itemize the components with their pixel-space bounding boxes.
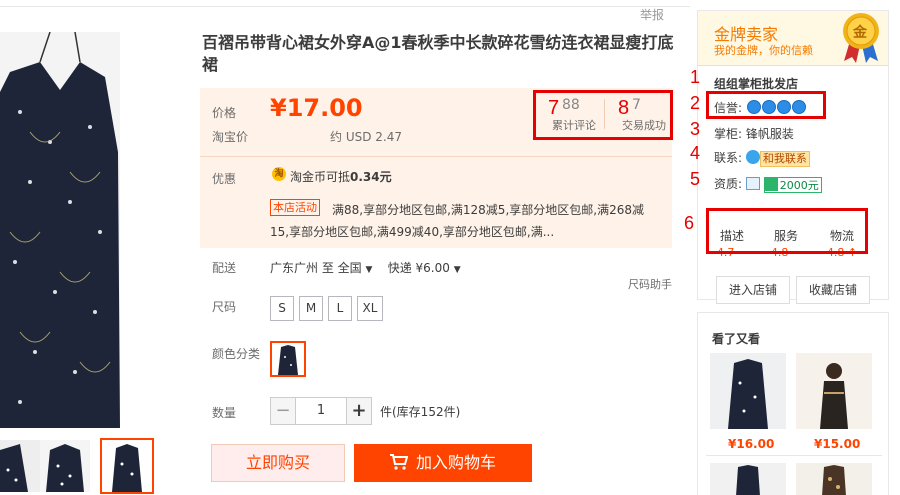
favorite-shop-button[interactable]: 收藏店铺 bbox=[796, 276, 870, 304]
ship-method-select[interactable]: 快递 ¥6.00 ▼ bbox=[388, 261, 461, 275]
qualification-row: 资质: 2000元 bbox=[714, 175, 822, 193]
also-viewed-price-2[interactable]: ¥15.00 bbox=[814, 437, 860, 451]
gold-seller-subtitle: 我的金牌，你的信赖 bbox=[714, 44, 813, 57]
review-count: 88 bbox=[562, 97, 580, 113]
contact-row: 联系: 和我联系 bbox=[714, 149, 810, 167]
seller-panel: 金牌卖家 我的金牌，你的信赖 金 组组掌柜批发店 信誉: 掌柜: 锋帆服装 联系… bbox=[697, 10, 889, 304]
price-divider bbox=[200, 156, 672, 157]
also-viewed-panel: 看了又看 ¥16.00 ¥15.00 bbox=[697, 312, 889, 495]
also-viewed-divider bbox=[706, 455, 882, 456]
deposit-icon bbox=[764, 178, 778, 191]
coin-discount-text: 淘金币可抵0.34元 bbox=[290, 170, 392, 184]
also-viewed-price-1[interactable]: ¥16.00 bbox=[728, 437, 774, 451]
sales-label: 交易成功 bbox=[622, 119, 666, 132]
quantity-decrement-button[interactable]: − bbox=[270, 397, 296, 425]
quantity-input[interactable]: 1 bbox=[296, 397, 346, 425]
stock-text: 件(库存152件) bbox=[380, 405, 461, 419]
keeper-row: 掌柜: 锋帆服装 bbox=[714, 127, 794, 141]
size-option-m[interactable]: M bbox=[299, 296, 323, 321]
enter-shop-button[interactable]: 进入店铺 bbox=[716, 276, 790, 304]
annotation-3: 3 bbox=[690, 119, 701, 139]
shop-name-link[interactable]: 组组掌柜批发店 bbox=[714, 75, 798, 92]
id-verified-icon[interactable] bbox=[745, 177, 760, 190]
color-label: 颜色分类 bbox=[212, 347, 261, 361]
report-link[interactable]: 举报 bbox=[640, 6, 664, 23]
size-option-xl[interactable]: XL bbox=[357, 296, 383, 321]
caret-down-icon: ▼ bbox=[365, 265, 373, 275]
buy-now-button[interactable]: 立即购买 bbox=[211, 444, 345, 482]
thumbnail-2[interactable] bbox=[40, 440, 90, 492]
discount-label: 优惠 bbox=[212, 172, 237, 186]
size-option-s[interactable]: S bbox=[270, 296, 294, 321]
sales-count: 7 bbox=[632, 97, 641, 113]
stat-separator bbox=[604, 99, 605, 129]
keeper-name: 锋帆服装 bbox=[745, 127, 794, 141]
thumbnail-3-selected[interactable] bbox=[100, 438, 154, 494]
shipping-info: 广东广州 至 全国 ▼ 快递 ¥6.00 ▼ bbox=[270, 259, 461, 276]
main-product-image bbox=[0, 32, 120, 428]
ship-to-select[interactable]: 全国 ▼ bbox=[338, 261, 373, 275]
price-label: 价格 bbox=[212, 106, 237, 120]
quantity-increment-button[interactable]: + bbox=[346, 397, 372, 425]
review-label: 累计评论 bbox=[552, 119, 596, 132]
cart-icon bbox=[389, 446, 409, 484]
annotation-2: 2 bbox=[690, 93, 701, 113]
add-to-cart-button[interactable]: 加入购物车 bbox=[354, 444, 532, 482]
top-divider bbox=[0, 6, 690, 7]
size-helper-link[interactable]: 尺码助手 bbox=[628, 276, 672, 292]
also-viewed-image-3[interactable] bbox=[710, 463, 786, 495]
taobao-price-label: 淘宝价 bbox=[212, 130, 249, 144]
annotation-box-dsr bbox=[706, 208, 868, 254]
annotation-6: 6 bbox=[684, 213, 695, 233]
size-option-l[interactable]: L bbox=[328, 296, 352, 321]
taobao-coin-icon: 淘 bbox=[272, 167, 286, 181]
sales-stats-annotated: 7 88 累计评论 8 7 交易成功 bbox=[533, 90, 673, 140]
deposit-badge[interactable]: 2000元 bbox=[763, 177, 822, 193]
color-option-selected[interactable] bbox=[270, 341, 306, 377]
gold-medal-icon: 金 bbox=[838, 11, 884, 63]
ship-from: 广东广州 至 bbox=[270, 261, 334, 275]
annotation-box-credit bbox=[706, 91, 826, 119]
price-value: ¥17.00 bbox=[270, 94, 363, 122]
size-label: 尺码 bbox=[212, 300, 237, 314]
gold-seller-header: 金牌卖家 我的金牌，你的信赖 金 bbox=[698, 11, 888, 66]
also-viewed-image-1[interactable] bbox=[710, 353, 786, 429]
annotation-5: 5 bbox=[690, 169, 701, 189]
usd-price: 约 USD 2.47 bbox=[330, 130, 402, 144]
also-viewed-image-2[interactable] bbox=[796, 353, 872, 429]
shipping-label: 配送 bbox=[212, 261, 237, 275]
annotation-4: 4 bbox=[690, 143, 701, 163]
annotation-1: 1 bbox=[690, 67, 701, 87]
caret-down-icon: ▼ bbox=[453, 265, 461, 275]
also-viewed-image-4[interactable] bbox=[796, 463, 872, 495]
quantity-label: 数量 bbox=[212, 406, 237, 420]
wangwang-icon bbox=[745, 150, 760, 164]
chat-with-seller-button[interactable]: 和我联系 bbox=[759, 151, 810, 167]
also-viewed-title: 看了又看 bbox=[712, 332, 761, 346]
product-title: 百褶吊带背心裙女外穿A@1春秋季中长款碎花雪纺连衣裙显瘦打底裙 bbox=[202, 33, 674, 74]
store-promo-tag[interactable]: 本店活动 bbox=[270, 199, 320, 216]
promo-text: 满88,享部分地区包邮,满128减5,享部分地区包邮,满268减15,享部分地区… bbox=[270, 203, 644, 239]
